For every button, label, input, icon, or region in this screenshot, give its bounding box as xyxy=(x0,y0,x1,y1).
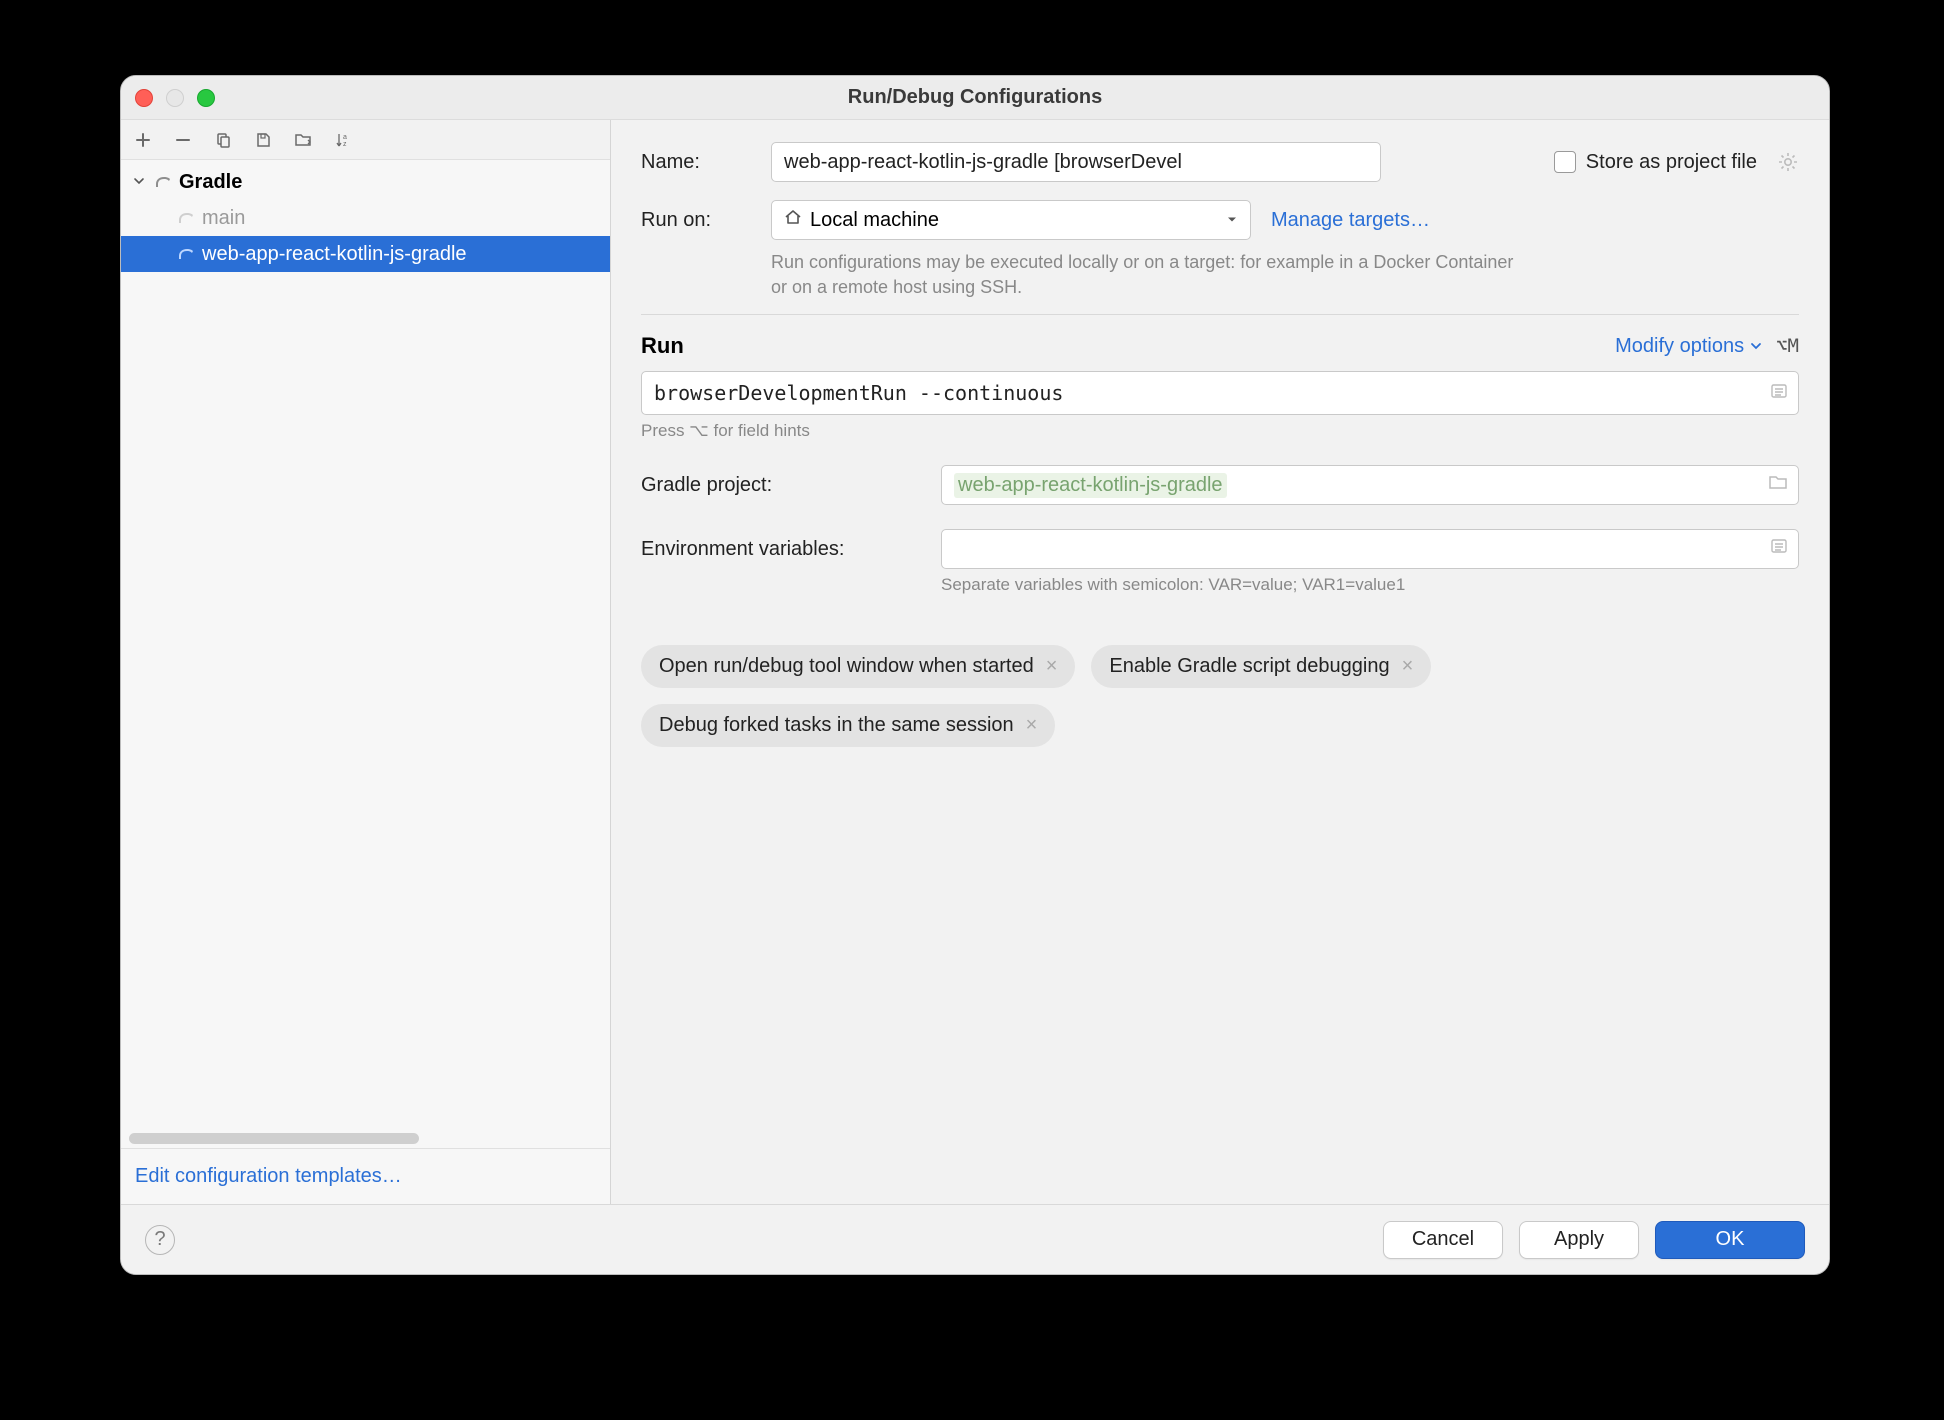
run-on-label: Run on: xyxy=(641,209,751,232)
gear-icon[interactable] xyxy=(1777,151,1799,173)
run-on-help-text: Run configurations may be executed local… xyxy=(771,250,1521,300)
checkbox-icon xyxy=(1554,151,1576,173)
cancel-button[interactable]: Cancel xyxy=(1383,1221,1503,1259)
remove-chip-icon[interactable]: × xyxy=(1026,714,1038,737)
dialog-body: az Gradle main xyxy=(121,120,1829,1204)
remove-config-button[interactable] xyxy=(171,128,195,152)
option-chips: Open run/debug tool window when started … xyxy=(641,645,1799,747)
expand-list-icon[interactable] xyxy=(1770,537,1788,561)
folder-config-button[interactable] xyxy=(291,128,315,152)
chevron-down-icon xyxy=(133,175,147,189)
gradle-icon xyxy=(176,208,196,228)
run-on-row: Run on: Local machine Manage targets… xyxy=(641,200,1799,240)
tree-item-main[interactable]: main xyxy=(121,200,610,236)
env-vars-label: Environment variables: xyxy=(641,538,921,561)
remove-chip-icon[interactable]: × xyxy=(1046,655,1058,678)
divider xyxy=(641,314,1799,315)
zoom-window-button[interactable] xyxy=(197,89,215,107)
run-section-header: Run Modify options ⌥M xyxy=(641,333,1799,359)
tree-item-label: main xyxy=(202,207,245,230)
run-debug-config-dialog: Run/Debug Configurations xyxy=(120,75,1830,1275)
tree-node-gradle[interactable]: Gradle xyxy=(121,164,610,200)
dialog-title: Run/Debug Configurations xyxy=(121,86,1829,109)
sidebar-toolbar: az xyxy=(121,120,610,160)
gradle-project-label: Gradle project: xyxy=(641,474,921,497)
sidebar-scrollbar[interactable] xyxy=(129,1133,419,1144)
close-window-button[interactable] xyxy=(135,89,153,107)
name-row: Name: web-app-react-kotlin-js-gradle [br… xyxy=(641,142,1799,182)
run-tasks-input[interactable]: browserDevelopmentRun --continuous xyxy=(641,371,1799,415)
gradle-project-row: Gradle project: web-app-react-kotlin-js-… xyxy=(641,465,1799,505)
svg-text:a: a xyxy=(343,134,347,141)
name-input[interactable]: web-app-react-kotlin-js-gradle [browserD… xyxy=(771,142,1381,182)
gradle-icon xyxy=(153,172,173,192)
edit-templates-link[interactable]: Edit configuration templates… xyxy=(121,1148,610,1204)
dialog-buttons: Cancel Apply OK xyxy=(1383,1221,1805,1259)
copy-config-button[interactable] xyxy=(211,128,235,152)
modify-options-shortcut: ⌥M xyxy=(1776,335,1799,357)
tree-item-webapp[interactable]: web-app-react-kotlin-js-gradle xyxy=(121,236,610,272)
minimize-window-button[interactable] xyxy=(166,89,184,107)
dialog-footer: ? Cancel Apply OK xyxy=(121,1204,1829,1274)
add-config-button[interactable] xyxy=(131,128,155,152)
expand-list-icon[interactable] xyxy=(1770,381,1788,405)
tasks-hint: Press ⌥ for field hints xyxy=(641,421,1799,441)
env-vars-hint: Separate variables with semicolon: VAR=v… xyxy=(941,575,1799,595)
run-on-select[interactable]: Local machine xyxy=(771,200,1251,240)
sort-config-button[interactable]: az xyxy=(331,128,355,152)
config-editor: Name: web-app-react-kotlin-js-gradle [br… xyxy=(611,120,1829,1204)
run-section-title: Run xyxy=(641,333,684,359)
svg-text:z: z xyxy=(343,141,347,148)
configurations-sidebar: az Gradle main xyxy=(121,120,611,1204)
chip-debug-forked-tasks[interactable]: Debug forked tasks in the same session × xyxy=(641,704,1055,747)
remove-chip-icon[interactable]: × xyxy=(1402,655,1414,678)
folder-icon[interactable] xyxy=(1768,473,1788,497)
apply-button[interactable]: Apply xyxy=(1519,1221,1639,1259)
modify-options-link[interactable]: Modify options xyxy=(1615,335,1762,358)
env-vars-input[interactable] xyxy=(941,529,1799,569)
tree-item-label: web-app-react-kotlin-js-gradle xyxy=(202,243,467,266)
chip-open-tool-window[interactable]: Open run/debug tool window when started … xyxy=(641,645,1075,688)
env-vars-row: Environment variables: xyxy=(641,529,1799,569)
help-button[interactable]: ? xyxy=(145,1225,175,1255)
gradle-icon xyxy=(176,244,196,264)
gradle-project-input[interactable]: web-app-react-kotlin-js-gradle xyxy=(941,465,1799,505)
name-label: Name: xyxy=(641,151,751,174)
store-as-project-file-checkbox[interactable]: Store as project file xyxy=(1554,151,1757,174)
window-controls xyxy=(135,89,215,107)
config-tree: Gradle main web-app-react-kotlin-js-grad… xyxy=(121,160,610,1148)
manage-targets-link[interactable]: Manage targets… xyxy=(1271,209,1430,232)
home-icon xyxy=(784,208,802,232)
chip-enable-script-debug[interactable]: Enable Gradle script debugging × xyxy=(1091,645,1431,688)
titlebar: Run/Debug Configurations xyxy=(121,76,1829,120)
ok-button[interactable]: OK xyxy=(1655,1221,1805,1259)
save-config-button[interactable] xyxy=(251,128,275,152)
chevron-down-icon xyxy=(1226,209,1238,232)
tree-node-label: Gradle xyxy=(179,171,242,194)
chevron-down-icon xyxy=(1750,340,1762,352)
